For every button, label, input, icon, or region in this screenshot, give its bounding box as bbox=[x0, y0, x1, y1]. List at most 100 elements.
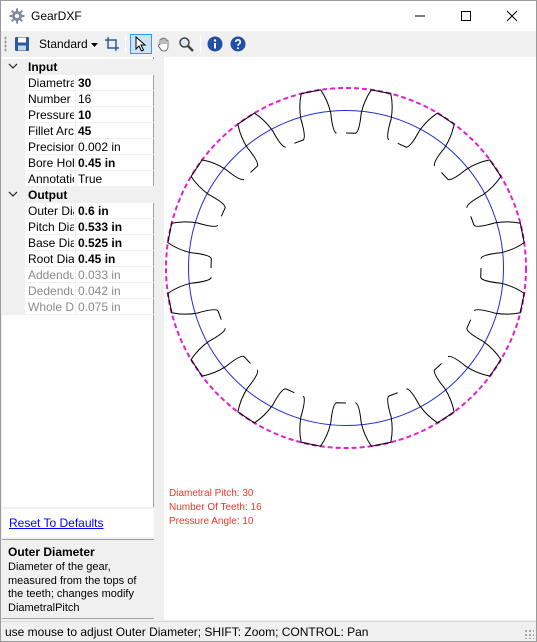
property-value[interactable]: 10 bbox=[78, 108, 91, 122]
info-icon bbox=[207, 36, 223, 52]
gear-tooth bbox=[441, 159, 502, 208]
property-value[interactable]: 45 bbox=[78, 124, 91, 138]
property-name: Base Diameter bbox=[28, 236, 74, 250]
property-row-pitch-diameter[interactable]: Pitch Diameter 0.533 in bbox=[2, 219, 154, 235]
property-name: Addendum bbox=[28, 268, 74, 282]
gear-tooth bbox=[294, 89, 337, 144]
gear-tooth bbox=[397, 112, 455, 167]
property-value[interactable]: 0.533 in bbox=[78, 220, 122, 234]
gear-tooth bbox=[299, 395, 347, 447]
chevron-down-icon[interactable] bbox=[8, 189, 18, 199]
app-window: GearDXF Standard Input Diametra 30 Numbe… bbox=[0, 0, 537, 642]
property-row-number-of-teeth[interactable]: Number of Teeth 16 bbox=[2, 91, 154, 107]
property-row-pressure-angle[interactable]: Pressure Angle 10 bbox=[2, 107, 154, 123]
hand-icon bbox=[158, 37, 169, 52]
property-value[interactable]: 0.6 in bbox=[78, 204, 109, 218]
gear-tooth bbox=[167, 277, 222, 320]
window-title: GearDXF bbox=[31, 9, 82, 23]
dropdown-arrow-icon[interactable] bbox=[91, 43, 98, 47]
property-row-whole-depth[interactable]: Whole Depth 0.075 in bbox=[2, 299, 154, 315]
zoom-tool-button[interactable] bbox=[176, 34, 196, 54]
property-row-addendum[interactable]: Addendum 0.033 in bbox=[2, 267, 154, 283]
property-row-root-diameter[interactable]: Root Diameter 0.45 in bbox=[2, 251, 154, 267]
property-row-annotations[interactable]: Annotations True bbox=[2, 171, 154, 187]
property-name: Precision bbox=[28, 140, 74, 154]
property-name: Pressure Angle bbox=[28, 108, 74, 122]
save-button[interactable] bbox=[12, 34, 32, 54]
gear-tooth bbox=[190, 328, 251, 377]
gear-drawing[interactable] bbox=[164, 57, 536, 482]
reset-panel: Reset To Defaults bbox=[2, 509, 154, 537]
property-value[interactable]: 0.002 in bbox=[78, 140, 121, 154]
toolbar-grip[interactable] bbox=[4, 36, 7, 52]
select-tool-button[interactable] bbox=[130, 34, 152, 54]
property-name: Bore Hole Diameter bbox=[28, 156, 74, 170]
property-row-bore-hole[interactable]: Bore Hole Diameter 0.45 in bbox=[2, 155, 154, 171]
gear-tooth bbox=[345, 89, 393, 141]
property-row-base-diameter[interactable]: Base Diameter 0.525 in bbox=[2, 235, 154, 251]
property-value: 0.075 in bbox=[78, 300, 121, 314]
property-value[interactable]: 0.45 in bbox=[78, 156, 115, 170]
annotation-number-of-teeth: Number Of Teeth: 16 bbox=[169, 502, 262, 513]
resize-grip[interactable] bbox=[524, 629, 534, 639]
toolbar: Standard bbox=[1, 31, 536, 57]
title-bar[interactable]: GearDXF bbox=[1, 1, 536, 31]
maximize-icon bbox=[461, 11, 471, 21]
outer-diameter-circle bbox=[165, 87, 527, 449]
gear-tooth bbox=[355, 392, 398, 447]
property-value: 0.033 in bbox=[78, 268, 121, 282]
help-description: Diameter of the gear, measured from the … bbox=[8, 561, 137, 614]
property-name: Fillet Arc Radius bbox=[28, 124, 74, 138]
info-button[interactable] bbox=[205, 34, 225, 54]
category-label: Input bbox=[28, 60, 58, 74]
gear-tooth bbox=[237, 369, 295, 424]
preset-dropdown-label[interactable]: Standard bbox=[39, 37, 88, 51]
property-value[interactable]: 0.525 in bbox=[78, 236, 122, 250]
gear-canvas[interactable]: Diametral Pitch: 30 Number Of Teeth: 16 … bbox=[164, 57, 536, 620]
property-value[interactable]: True bbox=[78, 172, 102, 186]
gear-tooth bbox=[406, 363, 455, 424]
category-label: Output bbox=[28, 188, 68, 202]
pan-tool-button[interactable] bbox=[154, 34, 174, 54]
gear-tooth bbox=[447, 319, 502, 377]
category-output[interactable]: Output bbox=[2, 187, 154, 203]
toolbar-separator bbox=[200, 35, 201, 53]
crop-button[interactable] bbox=[102, 34, 122, 54]
property-name: Annotations bbox=[28, 172, 74, 186]
property-row-precision[interactable]: Precision 0.002 in bbox=[2, 139, 154, 155]
help-panel: Outer Diameter Diameter of the gear, mea… bbox=[2, 539, 154, 619]
property-name: Whole Depth bbox=[28, 300, 74, 314]
pointer-icon bbox=[135, 36, 147, 52]
gear-teeth bbox=[167, 89, 525, 447]
close-button[interactable] bbox=[489, 1, 535, 31]
status-bar: use mouse to adjust Outer Diameter; SHIF… bbox=[1, 621, 536, 641]
property-value[interactable]: 0.45 in bbox=[78, 252, 115, 266]
property-name: Dedendum bbox=[28, 284, 74, 298]
property-value[interactable]: 16 bbox=[78, 92, 91, 106]
gear-tooth bbox=[473, 267, 525, 315]
minimize-button[interactable] bbox=[397, 1, 443, 31]
property-name: Number of Teeth bbox=[28, 92, 74, 106]
chevron-down-icon[interactable] bbox=[8, 61, 18, 71]
gear-tooth bbox=[237, 112, 286, 173]
help-title: Outer Diameter bbox=[8, 545, 95, 559]
property-row-dedendum[interactable]: Dedendum 0.042 in bbox=[2, 283, 154, 299]
property-row-diametral-pitch[interactable]: Diametral Pitch 30 bbox=[2, 75, 154, 91]
maximize-button[interactable] bbox=[443, 1, 489, 31]
help-button[interactable] bbox=[228, 34, 248, 54]
property-grid[interactable]: Input Diametral Pitch 30 Number of Teeth… bbox=[2, 57, 154, 507]
property-value: 0.042 in bbox=[78, 284, 121, 298]
property-row-fillet-arc[interactable]: Fillet Arc Radius 45 bbox=[2, 123, 154, 139]
reset-to-defaults-link[interactable]: Reset To Defaults bbox=[9, 516, 104, 530]
property-row-outer-diameter[interactable]: Outer Diameter 0.6 in bbox=[2, 203, 154, 219]
help-icon bbox=[230, 36, 246, 52]
crop-icon bbox=[105, 37, 119, 51]
category-input[interactable]: Input bbox=[2, 59, 154, 75]
property-name: Root Diameter bbox=[28, 252, 74, 266]
property-value[interactable]: 30 bbox=[78, 76, 91, 90]
property-name: Diametral Pitch bbox=[28, 76, 74, 90]
gear-tooth bbox=[167, 221, 219, 269]
base-circle bbox=[188, 110, 504, 426]
gear-icon bbox=[9, 8, 25, 24]
annotation-diametral-pitch: Diametral Pitch: 30 bbox=[169, 488, 254, 499]
